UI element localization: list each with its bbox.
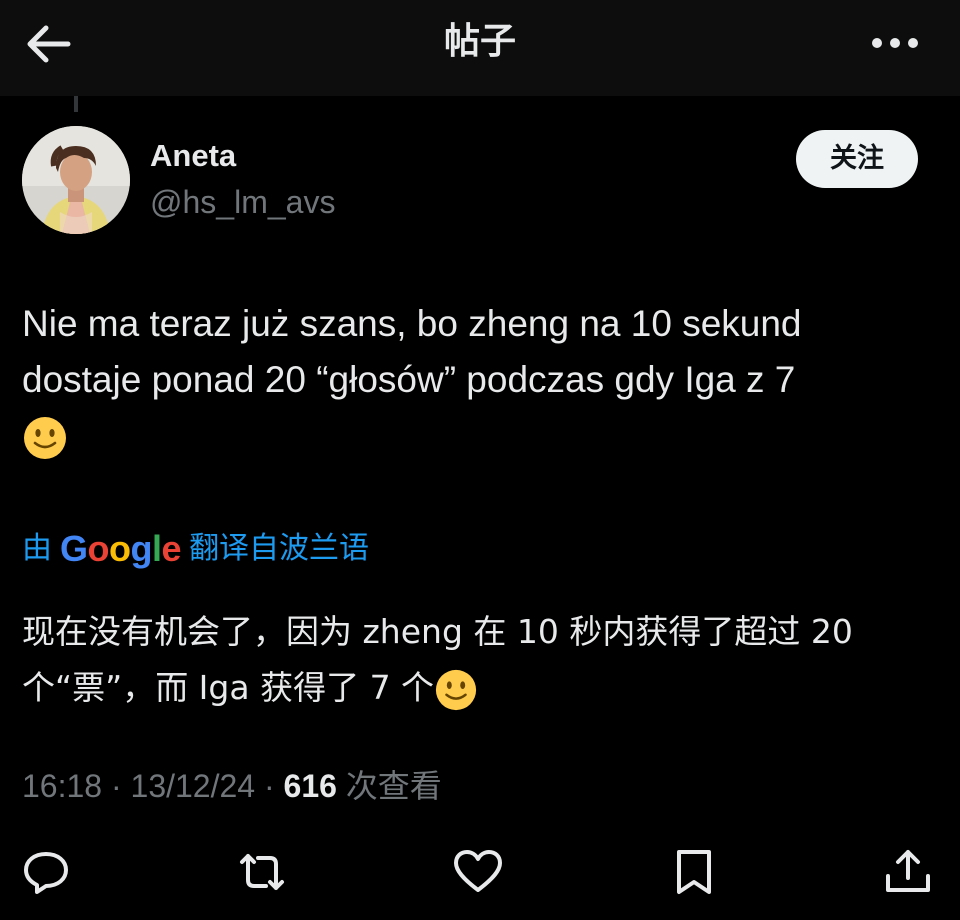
google-logo-letter: o: [109, 528, 131, 569]
tweet-text-line: dostaje ponad 20 “głosów” podczas gdy Ig…: [22, 359, 796, 400]
share-icon: [886, 850, 930, 892]
translate-prefix: 由: [22, 531, 52, 566]
thread-connector: [74, 96, 78, 112]
tweet-date[interactable]: 13/12/24: [131, 768, 256, 804]
top-bar: 帖子: [0, 0, 960, 96]
reply-icon: [24, 852, 68, 894]
google-logo-letter: l: [152, 528, 162, 569]
tweet-text-line: [22, 408, 922, 468]
page-title: 帖子: [443, 21, 516, 62]
retweet-icon: [240, 854, 284, 890]
like-button[interactable]: [452, 846, 504, 898]
bookmark-button[interactable]: [668, 846, 720, 898]
user-handle[interactable]: @hs_lm_avs: [150, 184, 335, 221]
translated-text-line: 现在没有机会了，因为 zheng 在 10 秒内获得了超过 20: [22, 612, 853, 651]
views-label: 次查看: [336, 768, 442, 804]
follow-button[interactable]: 关注: [796, 130, 918, 188]
tweet-time[interactable]: 16:18: [22, 768, 102, 804]
avatar[interactable]: [22, 126, 130, 234]
separator: ·: [102, 768, 131, 804]
like-icon: [454, 850, 502, 892]
views-count: 616: [283, 768, 337, 804]
google-logo-letter: o: [87, 528, 110, 569]
google-logo-letter: g: [130, 528, 153, 569]
bookmark-icon: [677, 850, 711, 894]
display-name[interactable]: Aneta: [150, 138, 236, 174]
share-button[interactable]: [882, 846, 934, 898]
more-options-button[interactable]: [870, 28, 920, 58]
tweet-metadata: 16:18 · 13/12/24 · 616 次查看: [22, 762, 442, 810]
more-horizontal-icon: [872, 38, 918, 48]
translated-text-fragment: 个“票”，而 Iga 获得了 7 个: [22, 668, 435, 707]
retweet-button[interactable]: [236, 846, 288, 898]
google-logo: Google: [60, 525, 182, 573]
google-logo-letter: G: [60, 528, 88, 569]
separator: ·: [255, 768, 284, 804]
tweet-text-line: Nie ma teraz już szans, bo zheng na 10 s…: [22, 303, 802, 344]
slightly-smiling-face-icon: [435, 669, 477, 710]
tweet-text: Nie ma teraz już szans, bo zheng na 10 s…: [22, 296, 922, 468]
translated-text-line: 个“票”，而 Iga 获得了 7 个: [22, 660, 922, 716]
avatar-photo: [22, 126, 130, 234]
reply-button[interactable]: [20, 846, 72, 898]
translated-text: 现在没有机会了，因为 zheng 在 10 秒内获得了超过 20 个“票”，而 …: [22, 604, 922, 716]
translate-suffix: 翻译自波兰语: [189, 531, 370, 566]
translated-by-google-link[interactable]: 由 Google 翻译自波兰语: [22, 525, 369, 573]
slightly-smiling-face-icon: [24, 417, 66, 460]
google-logo-letter: e: [161, 528, 182, 569]
